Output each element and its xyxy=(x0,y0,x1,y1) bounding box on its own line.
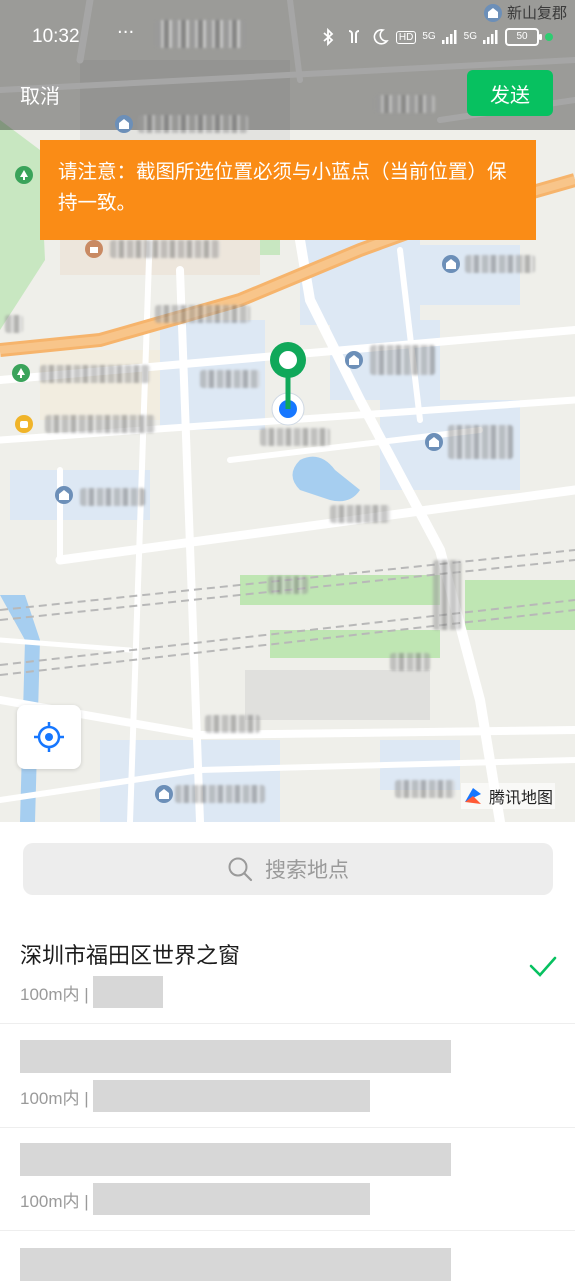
blurred-label xyxy=(110,240,220,258)
building-poi-icon xyxy=(155,785,173,803)
blurred-label xyxy=(175,785,265,803)
blurred-label xyxy=(260,428,330,446)
building-poi-icon xyxy=(115,115,133,133)
location-pin-icon[interactable] xyxy=(263,338,313,428)
location-distance: 100m内 | xyxy=(20,984,89,1004)
blurred-label xyxy=(40,365,150,383)
food-poi-icon xyxy=(15,415,33,433)
blurred-label xyxy=(375,95,435,113)
signal-icon xyxy=(483,30,498,44)
hd-badge: HD xyxy=(395,30,417,44)
building-poi-icon xyxy=(425,433,443,451)
cancel-button[interactable]: 取消 xyxy=(20,80,60,109)
network-5g-1: 5G xyxy=(422,31,436,42)
blurred-label xyxy=(138,115,248,133)
redacted-title xyxy=(20,1248,451,1281)
send-button[interactable]: 发送 xyxy=(467,70,553,116)
park-poi-icon xyxy=(12,364,30,382)
building-poi-icon xyxy=(483,3,502,22)
map-provider-name: 腾讯地图 xyxy=(489,788,554,807)
blurred-label xyxy=(370,345,435,375)
crosshair-icon xyxy=(34,722,64,752)
blurred-label xyxy=(465,255,535,273)
redacted-address xyxy=(92,1080,370,1112)
location-meta: 100m内 | xyxy=(20,976,163,1008)
tencent-map-logo-icon xyxy=(465,788,481,804)
blurred-label xyxy=(330,505,390,523)
check-icon xyxy=(529,956,557,977)
building-poi-icon xyxy=(55,486,73,504)
list-item[interactable]: 100m内 | xyxy=(0,1127,575,1231)
blurred-label xyxy=(433,560,461,630)
location-meta: 100m内 | xyxy=(20,1080,370,1112)
location-distance: 100m内 | xyxy=(20,1191,89,1211)
map-place-label: 新山复郡 xyxy=(483,2,567,23)
location-distance: 100m内 | xyxy=(20,1088,89,1108)
battery-icon: 50 xyxy=(505,28,542,46)
blurred-label xyxy=(200,370,260,388)
park-poi-icon xyxy=(15,166,33,184)
search-input[interactable]: 搜索地点 xyxy=(23,843,553,895)
location-list-sheet: 搜索地点 深圳市福田区世界之窗 100m内 | 100m内 | 100m内 | xyxy=(0,822,575,1281)
building-poi-icon xyxy=(345,351,363,369)
blurred-label xyxy=(448,425,513,459)
status-time: 10:32 xyxy=(32,26,80,47)
moon-icon xyxy=(373,29,389,45)
redacted-title xyxy=(20,1040,451,1073)
bluetooth-icon xyxy=(323,27,334,47)
blurred-label xyxy=(5,315,23,333)
blurred-label xyxy=(390,653,430,671)
place-label-text: 新山复郡 xyxy=(506,4,567,22)
status-bar: 10:32 ··· 新山复郡 HD 5G 5G 50 xyxy=(0,3,575,56)
redacted-address xyxy=(92,976,163,1008)
blurred-label xyxy=(268,576,308,594)
map-provider-credit: 腾讯地图 xyxy=(461,783,556,809)
list-item[interactable]: 深圳市福田区世界之窗 100m内 | xyxy=(0,920,575,1024)
search-placeholder: 搜索地点 xyxy=(265,858,349,882)
warning-banner: 请注意：截图所选位置必须与小蓝点（当前位置）保持一致。 xyxy=(40,140,536,240)
blurred-label xyxy=(155,305,250,323)
status-more-dots: ··· xyxy=(117,22,135,43)
privacy-indicator-dot xyxy=(545,33,553,41)
status-icons: HD 5G 5G 50 xyxy=(318,27,553,47)
blurred-label xyxy=(205,715,260,733)
network-5g-2: 5G xyxy=(463,31,477,42)
shop-poi-icon xyxy=(85,240,103,258)
earbuds-icon xyxy=(348,30,360,43)
list-item[interactable]: 100m内 | xyxy=(0,1024,575,1128)
location-meta: 100m内 | xyxy=(20,1183,370,1215)
signal-icon xyxy=(441,30,457,44)
blurred-label xyxy=(45,415,155,433)
search-icon xyxy=(228,857,253,882)
redacted-address xyxy=(92,1183,370,1215)
location-title: 深圳市福田区世界之窗 xyxy=(20,944,241,969)
locate-me-button[interactable] xyxy=(17,705,81,769)
map-view[interactable]: 10:32 ··· 新山复郡 HD 5G 5G 50 取消 发送 请注意：截图所… xyxy=(0,0,575,822)
blurred-label xyxy=(395,780,455,798)
blurred-label xyxy=(80,488,145,506)
redacted-title xyxy=(20,1143,451,1176)
building-poi-icon xyxy=(442,255,460,273)
